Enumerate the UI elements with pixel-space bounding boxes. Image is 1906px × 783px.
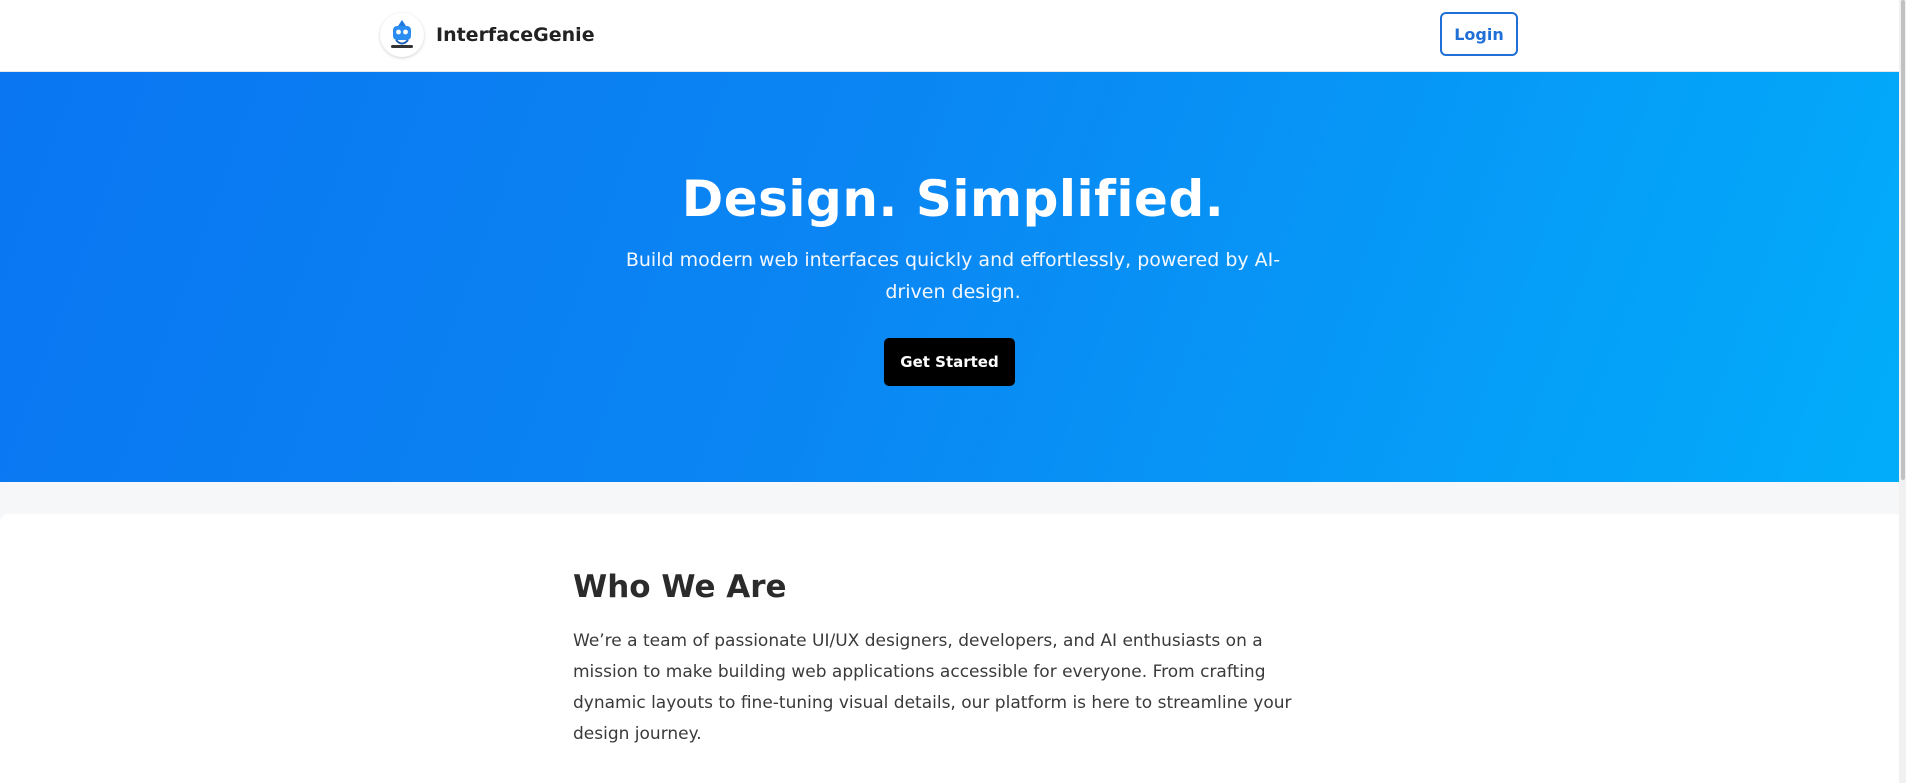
brand[interactable]: InterfaceGenie: [380, 10, 595, 60]
hero-section: Design. Simplified. Build modern web int…: [0, 72, 1906, 482]
page: InterfaceGenie Login Design. Simplified.…: [0, 0, 1906, 783]
section-body: We’re a team of passionate UI/UX designe…: [573, 631, 1292, 744]
login-button[interactable]: Login: [1440, 12, 1518, 56]
hero-subtitle: Build modern web interfaces quickly and …: [625, 249, 1281, 303]
genie-logo-icon: [380, 13, 424, 57]
get-started-button[interactable]: Get Started: [884, 338, 1015, 386]
top-navbar: InterfaceGenie Login: [0, 0, 1906, 72]
section-title: Who We Are: [573, 569, 787, 605]
scrollbar-thumb[interactable]: [1901, 0, 1905, 480]
brand-name: InterfaceGenie: [436, 24, 595, 46]
hero-title: Design. Simplified.: [681, 170, 1225, 228]
who-we-are-section: Who We Are We’re a team of passionate UI…: [0, 514, 1906, 783]
